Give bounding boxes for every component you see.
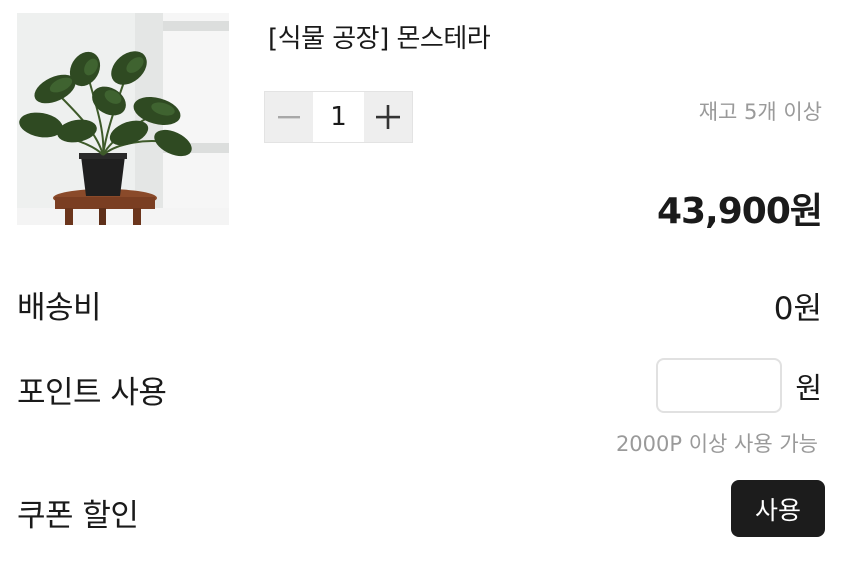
increase-quantity-button[interactable] bbox=[364, 92, 412, 142]
points-input[interactable] bbox=[656, 358, 782, 413]
order-summary: [식물 공장] 몬스테라 1 재고 5개 이상 43,900원 배송비 0원 포… bbox=[0, 0, 844, 565]
points-note: 2000P 이상 사용 가능 bbox=[615, 432, 818, 456]
shipping-value: 0원 bbox=[773, 291, 822, 327]
product-name: [식물 공장] 몬스테라 bbox=[268, 24, 491, 54]
shipping-label: 배송비 bbox=[17, 290, 102, 326]
product-price: 43,900원 bbox=[656, 191, 823, 232]
product-image bbox=[17, 13, 229, 225]
monstera-plant-illustration bbox=[17, 13, 229, 225]
points-label: 포인트 사용 bbox=[17, 375, 167, 411]
coupon-apply-button[interactable]: 사용 bbox=[731, 480, 825, 537]
quantity-value[interactable]: 1 bbox=[313, 92, 364, 142]
minus-icon bbox=[278, 116, 300, 119]
points-unit: 원 bbox=[795, 371, 822, 405]
coupon-label: 쿠폰 할인 bbox=[17, 498, 139, 534]
plus-icon bbox=[376, 105, 400, 129]
stock-status: 재고 5개 이상 bbox=[698, 100, 822, 124]
decrease-quantity-button[interactable] bbox=[265, 92, 313, 142]
quantity-stepper: 1 bbox=[264, 91, 413, 143]
